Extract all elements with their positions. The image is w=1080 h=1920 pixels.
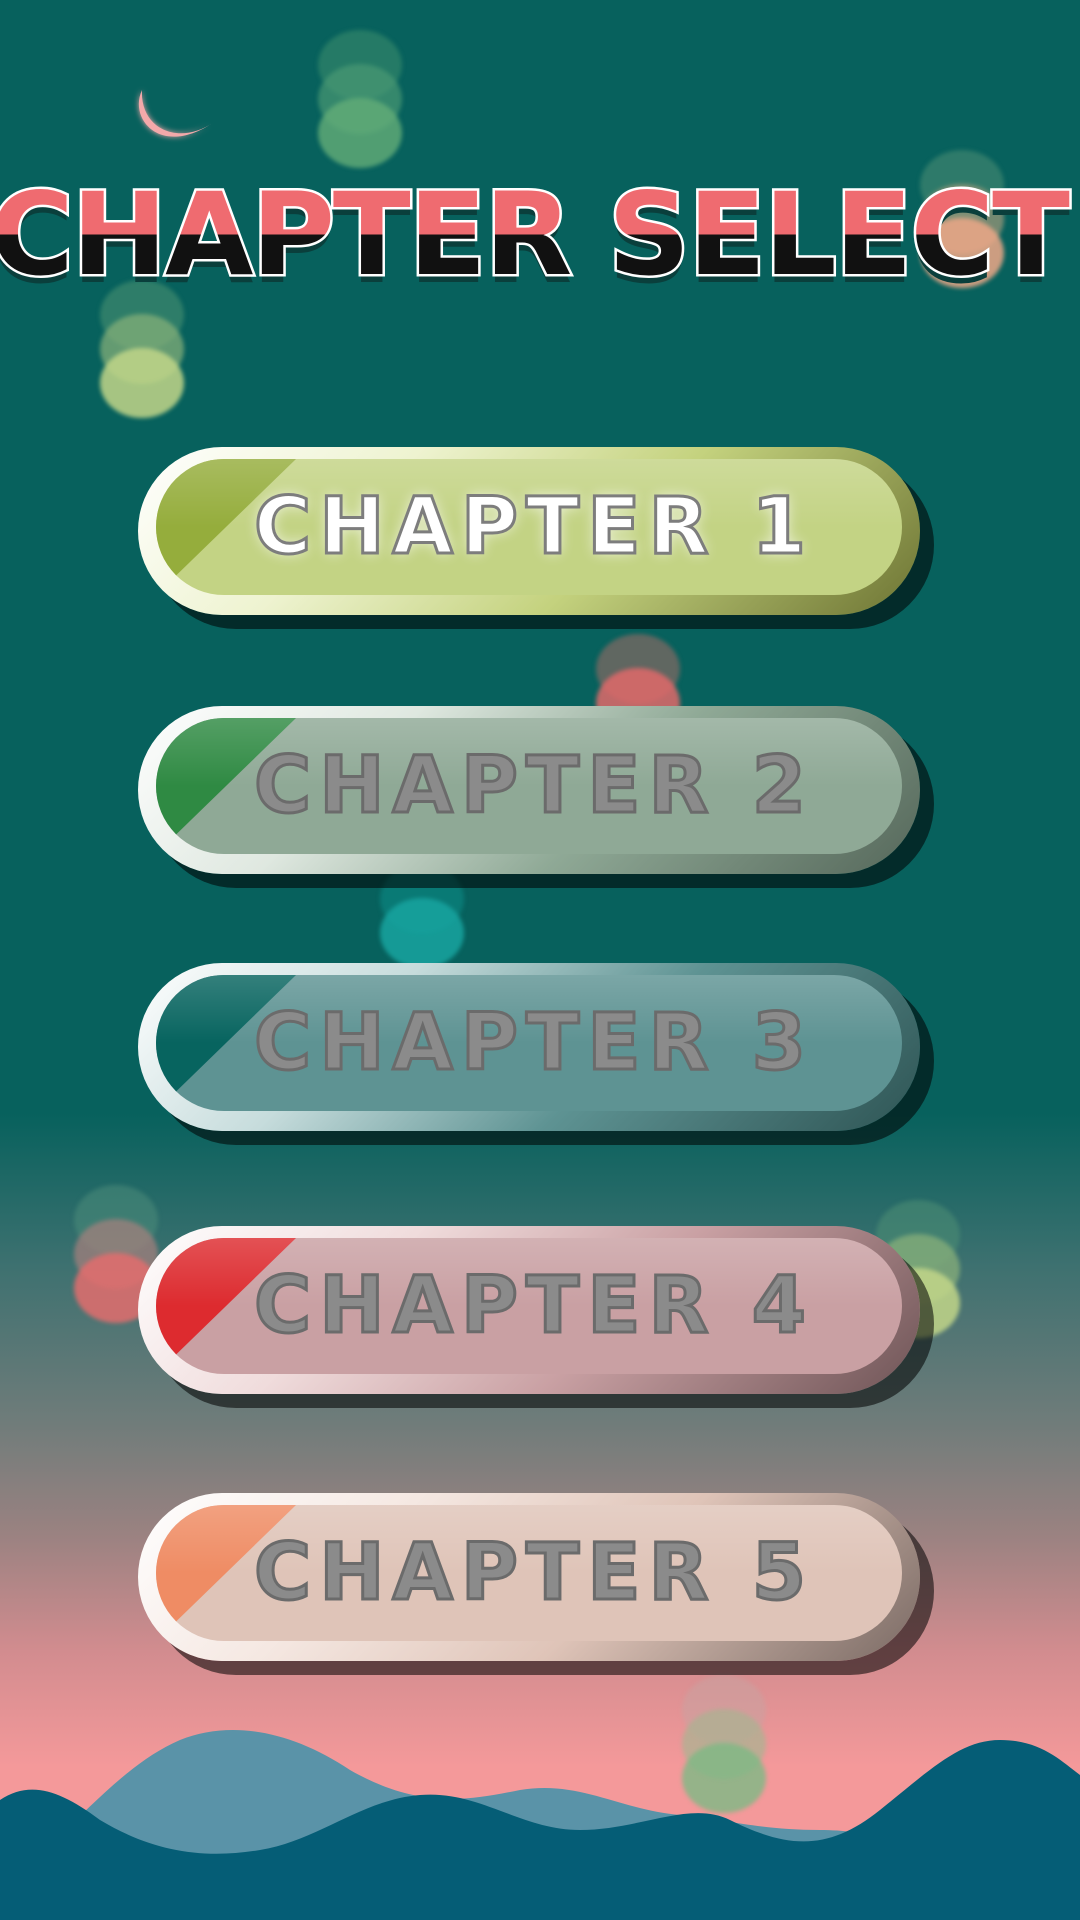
page-title: CHAPTER SELECT CHAPTER SELECT <box>0 166 1080 310</box>
coin-stack-icon <box>318 30 402 170</box>
chapter-5-label: CHAPTER 5 <box>252 1527 815 1620</box>
chapter-5-button[interactable]: CHAPTER 5 <box>138 1493 920 1661</box>
chapter-3-button[interactable]: CHAPTER 3 <box>138 963 920 1131</box>
chapter-1-button[interactable]: CHAPTER 1 <box>138 447 920 615</box>
chapter-2-label: CHAPTER 2 <box>252 740 815 833</box>
crescent-moon-icon <box>138 90 214 137</box>
mountain-range <box>0 1730 1080 1920</box>
chapter-1-label: CHAPTER 1 <box>252 481 815 574</box>
chapter-2-button[interactable]: CHAPTER 2 <box>138 706 920 874</box>
svg-text:CHAPTER SELECT: CHAPTER SELECT <box>0 170 1070 301</box>
chapter-4-label: CHAPTER 4 <box>252 1260 815 1353</box>
chapter-3-label: CHAPTER 3 <box>252 997 815 1090</box>
chapter-4-button[interactable]: CHAPTER 4 <box>138 1226 920 1394</box>
